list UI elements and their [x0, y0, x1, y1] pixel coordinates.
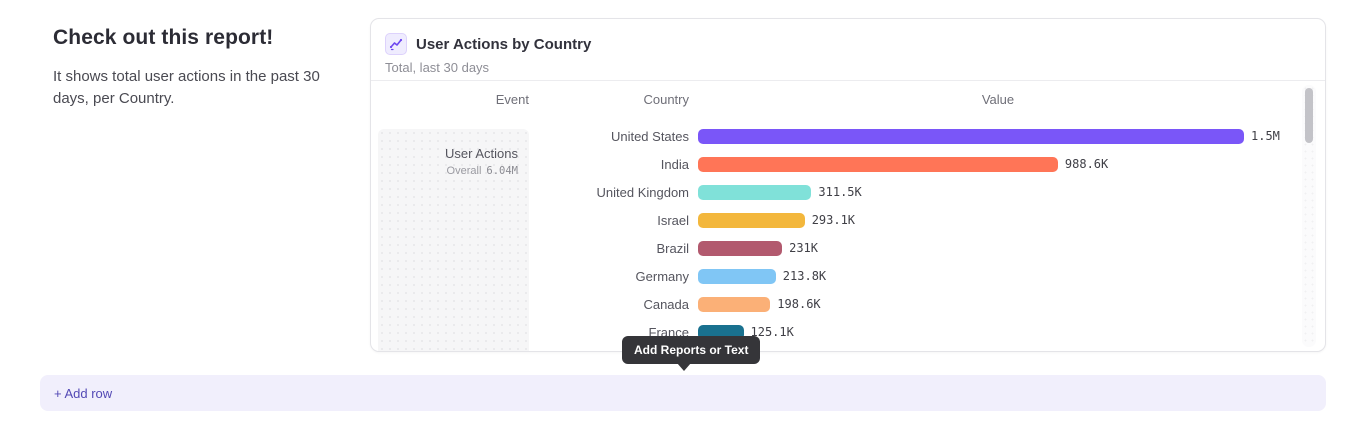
- country-label: Israel: [371, 213, 689, 228]
- country-label: Brazil: [371, 241, 689, 256]
- add-row-button[interactable]: + Add row: [40, 375, 1326, 411]
- vertical-scrollbar[interactable]: [1302, 85, 1316, 347]
- chart-row: Canada 198.6K: [371, 290, 1303, 318]
- chart-row: India 988.6K: [371, 150, 1303, 178]
- chart-row: Brazil 231K: [371, 234, 1303, 262]
- report-subtitle: Total, last 30 days: [385, 60, 1311, 75]
- report-title: User Actions by Country: [416, 36, 591, 53]
- scrollbar-thumb[interactable]: [1305, 88, 1313, 143]
- value-bar[interactable]: [698, 185, 811, 200]
- chart-row: France125.1K: [371, 318, 1303, 346]
- value-bar[interactable]: [698, 129, 1244, 144]
- country-label: United States: [371, 129, 689, 144]
- country-label: Canada: [371, 297, 689, 312]
- chart-row: Israel 293.1K: [371, 206, 1303, 234]
- value-label: 231K: [789, 241, 818, 255]
- value-bar[interactable]: [698, 157, 1058, 172]
- tooltip-text: Add Reports or Text: [634, 343, 748, 357]
- value-bar[interactable]: [698, 297, 770, 312]
- report-card-header: User Actions by Country Total, last 30 d…: [371, 19, 1325, 81]
- value-label: 198.6K: [777, 297, 820, 311]
- column-header-value: Value: [698, 92, 1298, 107]
- chart-rows: United States 1.5M India 988.6K United Kingd…: [371, 122, 1303, 346]
- add-row-label: + Add row: [54, 386, 112, 401]
- country-label: United Kingdom: [371, 185, 689, 200]
- chart-row: United Kingdom 311.5K: [371, 178, 1303, 206]
- page-heading: Check out this report!: [53, 26, 353, 50]
- value-bar[interactable]: [698, 213, 805, 228]
- report-card-body: Event Country Value User Actions Overall…: [371, 81, 1325, 351]
- line-chart-icon: [385, 33, 407, 55]
- chart-row: United States 1.5M: [371, 122, 1303, 150]
- table-column-headers: Event Country Value: [371, 81, 1325, 119]
- value-label: 988.6K: [1065, 157, 1108, 171]
- page-description: It shows total user actions in the past …: [53, 66, 353, 110]
- country-label: Germany: [371, 269, 689, 284]
- value-bar[interactable]: [698, 241, 782, 256]
- report-card[interactable]: User Actions by Country Total, last 30 d…: [370, 18, 1326, 352]
- country-label: India: [371, 157, 689, 172]
- chart-row: Germany 213.8K: [371, 262, 1303, 290]
- text-tile[interactable]: Check out this report! It shows total us…: [53, 26, 353, 110]
- add-reports-tooltip: Add Reports or Text: [622, 336, 760, 364]
- value-label: 311.5K: [818, 185, 861, 199]
- column-header-country: Country: [371, 92, 689, 107]
- value-label: 213.8K: [783, 269, 826, 283]
- value-label: 1.5M: [1251, 129, 1280, 143]
- value-bar[interactable]: [698, 269, 776, 284]
- value-label: 293.1K: [812, 213, 855, 227]
